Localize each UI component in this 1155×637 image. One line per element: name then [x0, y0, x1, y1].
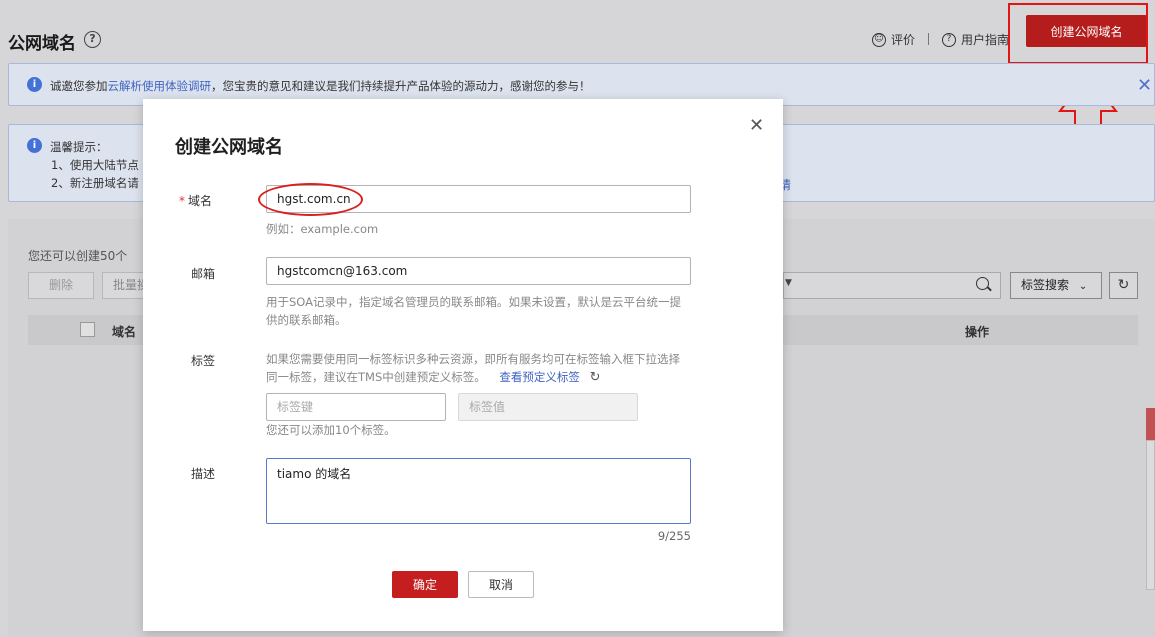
- tag-search-button[interactable]: 标签搜索 ⌄: [1010, 272, 1102, 299]
- email-hint: 用于SOA记录中，指定域名管理员的联系邮箱。如果未设置，默认是云平台统一提 供的…: [266, 293, 681, 329]
- tag-search-label: 标签搜索: [1021, 278, 1070, 292]
- tags-hint: 如果您需要使用同一标签标识多种云资源，即所有服务均可在标签输入框下拉选择 同一标…: [266, 350, 680, 387]
- rate-label: 评价: [891, 33, 916, 47]
- info-icon: i: [27, 138, 42, 153]
- email-hint-line-1: 用于SOA记录中，指定域名管理员的联系邮箱。如果未设置，默认是云平台统一提: [266, 295, 682, 309]
- create-domain-dialog: 创建公网域名 ✕ *域名 例如：example.com 邮箱 用于SOA记录中，…: [143, 99, 783, 631]
- question-icon: ?: [942, 32, 956, 47]
- close-icon[interactable]: ✕: [749, 115, 764, 136]
- side-float-panel[interactable]: [1146, 440, 1155, 590]
- email-label: 邮箱: [191, 267, 216, 281]
- survey-link[interactable]: 云解析使用体验调研: [108, 79, 212, 93]
- description-textarea[interactable]: tiamo 的域名: [266, 458, 691, 524]
- rate-link[interactable]: ☺ 评价: [872, 31, 915, 48]
- survey-suffix: ，您宝贵的意见和建议是我们持续提升产品体验的源动力，感谢您的参与！: [211, 79, 591, 93]
- tags-remaining: 您还可以添加10个标签。: [266, 423, 396, 437]
- tags-hint-line-2-row: 同一标签，建议在TMS中创建预定义标签。 查看预定义标签 ↻: [266, 368, 680, 387]
- column-header-domain: 域名: [112, 325, 137, 339]
- page-header: 公网域名 ? ☺ 评价 ? 用户指南 创建公网域名: [0, 0, 1155, 64]
- refresh-icon[interactable]: ↻: [590, 370, 601, 385]
- survey-text: 诚邀您参加云解析使用体验调研，您宝贵的意见和建议是我们持续提升产品体验的源动力，…: [50, 78, 591, 94]
- cancel-button[interactable]: 取消: [468, 571, 534, 598]
- tip-title: 温馨提示：: [50, 140, 108, 154]
- required-mark: *: [179, 194, 185, 208]
- dialog-title: 创建公网域名: [175, 137, 283, 158]
- char-counter: 9/255: [657, 529, 691, 543]
- user-guide-link[interactable]: ? 用户指南: [942, 31, 1009, 48]
- quota-text: 您还可以创建50个: [28, 249, 128, 263]
- help-icon[interactable]: ?: [84, 31, 101, 48]
- domain-hint: 例如：example.com: [266, 222, 379, 236]
- caret-down-icon[interactable]: ▼: [785, 278, 792, 288]
- annotation-rectangle: [1008, 3, 1148, 64]
- column-header-ops: 操作: [965, 325, 990, 339]
- tags-hint-line-1: 如果您需要使用同一标签标识多种云资源，即所有服务均可在标签输入框下拉选择: [266, 352, 680, 366]
- close-icon[interactable]: ✕: [1137, 75, 1152, 96]
- survey-prefix: 诚邀您参加: [50, 79, 108, 93]
- tip-line-2: 2、新注册域名请: [51, 176, 139, 190]
- page-title: 公网域名: [8, 34, 76, 54]
- tip-line-1: 1、使用大陆节点: [51, 158, 139, 172]
- confirm-button[interactable]: 确定: [392, 571, 458, 598]
- search-icon[interactable]: [976, 277, 989, 290]
- annotation-ellipse: [258, 183, 363, 216]
- refresh-button[interactable]: ↻: [1109, 272, 1138, 299]
- chevron-down-icon: ⌄: [1078, 281, 1088, 292]
- refresh-icon: ↻: [1117, 277, 1130, 293]
- tags-hint-line-2: 同一标签，建议在TMS中创建预定义标签。: [266, 370, 486, 384]
- domain-label: * 域名: [179, 192, 212, 209]
- info-icon: i: [27, 77, 42, 92]
- header-divider: [928, 33, 929, 45]
- search-input[interactable]: [783, 272, 1001, 299]
- delete-button[interactable]: 删除: [28, 272, 94, 299]
- email-hint-line-2: 供的联系邮箱。: [266, 313, 347, 327]
- side-float-tab[interactable]: [1146, 408, 1155, 440]
- email-input[interactable]: [266, 257, 691, 285]
- tag-key-input[interactable]: [266, 393, 446, 421]
- view-predefined-tags-link[interactable]: 查看预定义标签: [499, 370, 580, 384]
- smile-icon: ☺: [872, 32, 886, 47]
- tag-value-input[interactable]: [458, 393, 638, 421]
- user-guide-label: 用户指南: [961, 33, 1010, 47]
- tags-label: 标签: [191, 354, 216, 368]
- select-all-checkbox[interactable]: [80, 322, 95, 337]
- description-label: 描述: [191, 467, 216, 481]
- domain-label-text: 域名: [188, 194, 213, 208]
